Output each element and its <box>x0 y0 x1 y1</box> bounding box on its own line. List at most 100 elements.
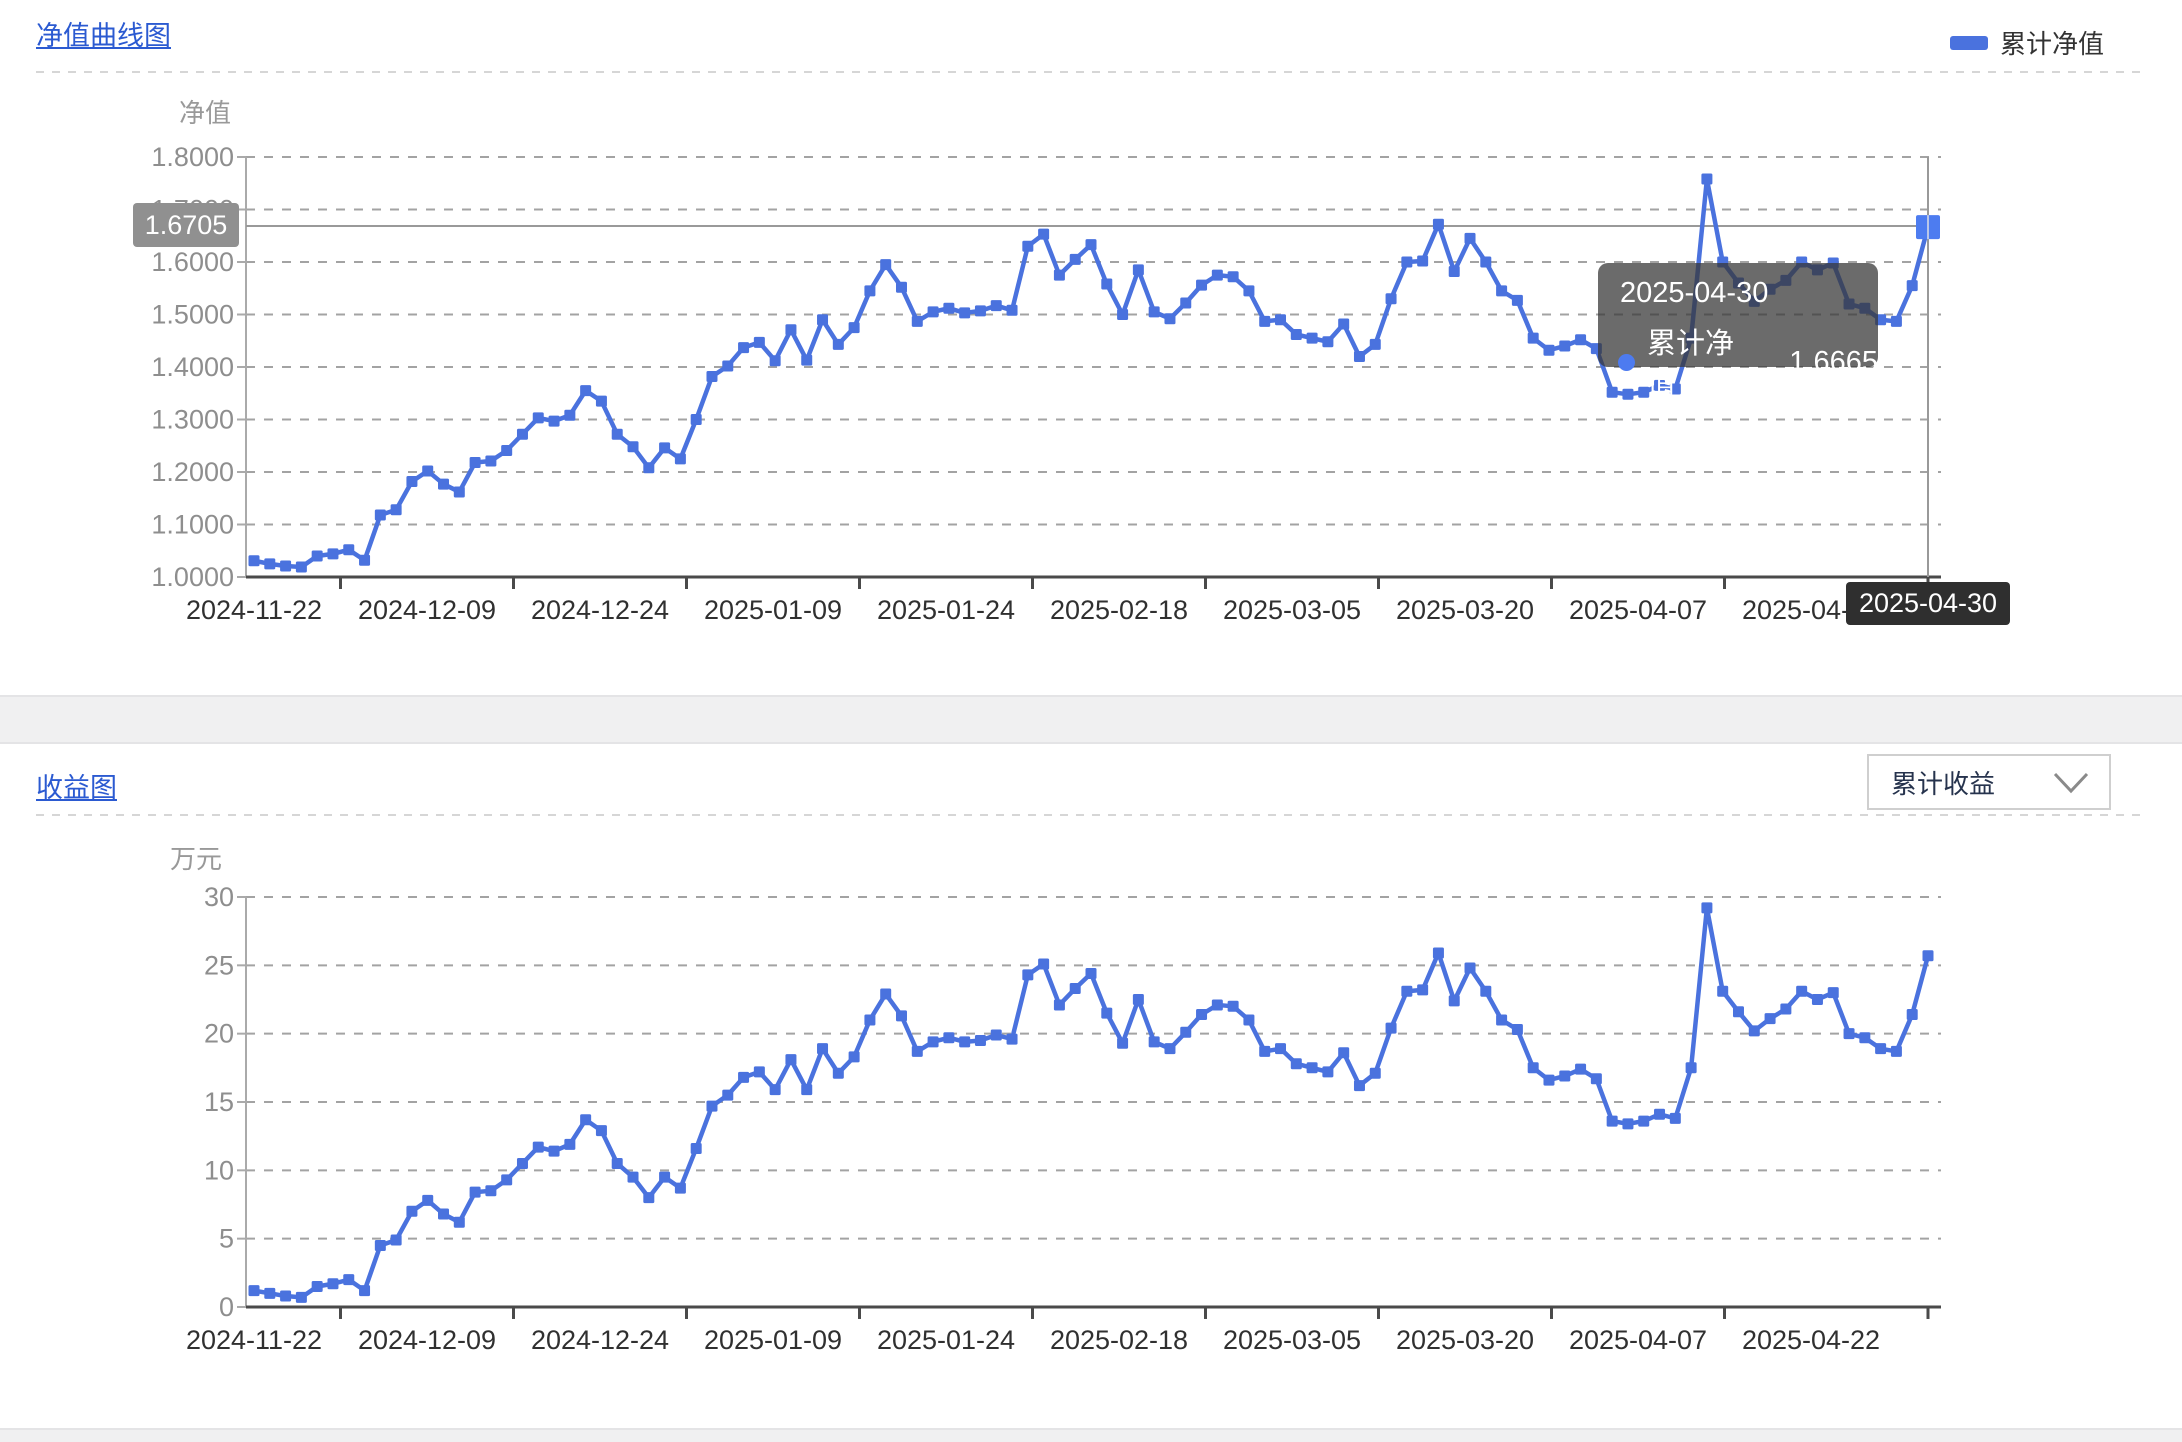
data-point-marker[interactable] <box>1591 1073 1602 1084</box>
data-point-marker[interactable] <box>849 322 860 333</box>
data-point-marker[interactable] <box>391 504 402 515</box>
data-point-marker[interactable] <box>1386 293 1397 304</box>
data-point-marker[interactable] <box>375 510 386 521</box>
data-point-marker[interactable] <box>612 429 623 440</box>
data-point-marker[interactable] <box>1307 333 1318 344</box>
data-point-marker[interactable] <box>1133 264 1144 275</box>
data-point-marker[interactable] <box>1449 266 1460 277</box>
data-point-marker[interactable] <box>754 1066 765 1077</box>
data-point-marker[interactable] <box>327 548 338 559</box>
data-point-marker[interactable] <box>1465 963 1476 974</box>
data-point-marker[interactable] <box>659 1172 670 1183</box>
data-point-marker[interactable] <box>485 1185 496 1196</box>
data-point-marker[interactable] <box>722 1090 733 1101</box>
data-point-marker[interactable] <box>1354 1080 1365 1091</box>
data-point-marker[interactable] <box>264 1288 275 1299</box>
data-point-marker[interactable] <box>1149 1036 1160 1047</box>
data-point-marker[interactable] <box>549 1146 560 1157</box>
data-point-marker[interactable] <box>1086 968 1097 979</box>
data-point-marker[interactable] <box>470 1187 481 1198</box>
data-point-marker[interactable] <box>454 1217 465 1228</box>
data-point-marker[interactable] <box>1401 986 1412 997</box>
data-point-marker[interactable] <box>296 1292 307 1303</box>
data-point-marker[interactable] <box>1875 1043 1886 1054</box>
data-point-marker[interactable] <box>738 342 749 353</box>
data-point-marker[interactable] <box>533 412 544 423</box>
data-point-marker[interactable] <box>643 1192 654 1203</box>
data-point-marker[interactable] <box>1243 1014 1254 1025</box>
data-point-marker[interactable] <box>691 1143 702 1154</box>
data-point-marker[interactable] <box>1401 257 1412 268</box>
data-point-marker[interactable] <box>359 1285 370 1296</box>
data-point-marker[interactable] <box>280 560 291 571</box>
data-point-marker[interactable] <box>391 1235 402 1246</box>
data-point-marker[interactable] <box>1575 334 1586 345</box>
data-point-marker[interactable] <box>1117 309 1128 320</box>
data-point-marker[interactable] <box>1291 1058 1302 1069</box>
data-point-marker[interactable] <box>549 416 560 427</box>
data-point-marker[interactable] <box>754 337 765 348</box>
data-point-marker[interactable] <box>343 1274 354 1285</box>
data-point-marker[interactable] <box>1007 1034 1018 1045</box>
data-point-marker[interactable] <box>501 1174 512 1185</box>
data-point-marker[interactable] <box>1559 1071 1570 1082</box>
data-point-marker[interactable] <box>327 1278 338 1289</box>
data-point-marker[interactable] <box>912 1046 923 1057</box>
data-point-marker[interactable] <box>1607 387 1618 398</box>
data-point-marker[interactable] <box>1907 280 1918 291</box>
data-point-marker[interactable] <box>1512 295 1523 306</box>
data-point-marker[interactable] <box>1701 902 1712 913</box>
data-point-marker[interactable] <box>1070 254 1081 265</box>
data-point-marker[interactable] <box>928 1036 939 1047</box>
data-point-marker[interactable] <box>1370 339 1381 350</box>
data-point-marker[interactable] <box>406 1206 417 1217</box>
data-point-marker[interactable] <box>1149 306 1160 317</box>
data-point-marker[interactable] <box>801 1084 812 1095</box>
data-point-marker[interactable] <box>880 259 891 270</box>
data-point-marker[interactable] <box>485 455 496 466</box>
data-point-marker[interactable] <box>612 1158 623 1169</box>
data-point-marker[interactable] <box>1007 305 1018 316</box>
data-point-marker[interactable] <box>1164 1043 1175 1054</box>
data-point-marker[interactable] <box>628 1172 639 1183</box>
data-point-marker[interactable] <box>1859 1032 1870 1043</box>
profit-type-dropdown[interactable]: 累计收益 <box>1867 754 2111 810</box>
data-point-marker[interactable] <box>1891 1046 1902 1057</box>
data-point-marker[interactable] <box>249 555 260 566</box>
data-point-marker[interactable] <box>785 1054 796 1065</box>
data-point-marker[interactable] <box>1117 1038 1128 1049</box>
data-point-marker[interactable] <box>675 453 686 464</box>
data-point-marker[interactable] <box>1196 280 1207 291</box>
data-point-marker[interactable] <box>1923 950 1934 961</box>
data-point-marker[interactable] <box>422 1195 433 1206</box>
data-point-marker[interactable] <box>1907 1009 1918 1020</box>
data-point-marker[interactable] <box>1338 1047 1349 1058</box>
data-point-marker[interactable] <box>1543 345 1554 356</box>
data-point-marker[interactable] <box>1054 999 1065 1010</box>
data-point-marker[interactable] <box>1133 994 1144 1005</box>
data-point-marker[interactable] <box>801 355 812 366</box>
data-point-marker[interactable] <box>1022 969 1033 980</box>
data-point-marker[interactable] <box>470 457 481 468</box>
data-point-marker[interactable] <box>312 551 323 562</box>
data-point-marker[interactable] <box>438 1209 449 1220</box>
data-point-marker[interactable] <box>1259 316 1270 327</box>
data-point-marker[interactable] <box>1338 318 1349 329</box>
data-point-marker[interactable] <box>438 479 449 490</box>
data-point-marker[interactable] <box>1512 1024 1523 1035</box>
data-point-marker[interactable] <box>517 429 528 440</box>
data-point-marker[interactable] <box>1844 1028 1855 1039</box>
data-point-marker[interactable] <box>359 555 370 566</box>
data-point-marker[interactable] <box>1480 986 1491 997</box>
data-point-marker[interactable] <box>975 305 986 316</box>
data-point-marker[interactable] <box>896 282 907 293</box>
data-point-marker[interactable] <box>1354 351 1365 362</box>
data-point-marker[interactable] <box>1196 1009 1207 1020</box>
data-point-marker[interactable] <box>1828 987 1839 998</box>
data-point-marker[interactable] <box>1086 239 1097 250</box>
data-point-marker[interactable] <box>928 306 939 317</box>
data-point-marker[interactable] <box>1496 1014 1507 1025</box>
data-point-marker[interactable] <box>1891 316 1902 327</box>
data-point-marker[interactable] <box>722 360 733 371</box>
data-point-marker[interactable] <box>1717 986 1728 997</box>
